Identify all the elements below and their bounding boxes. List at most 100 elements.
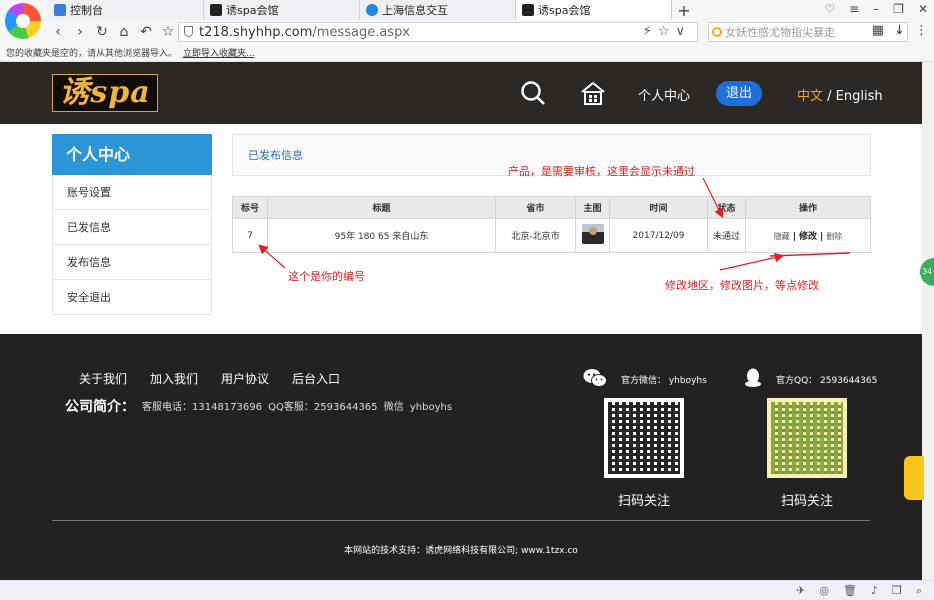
row-status: 未通过 — [707, 218, 746, 253]
col-id-header: 标号 — [232, 196, 268, 219]
underline-edit — [769, 252, 851, 257]
tab-console[interactable]: 控制台 — [48, 0, 204, 20]
col-image-header: 主图 — [575, 196, 610, 219]
home-icon[interactable]: ⌂ — [114, 22, 134, 42]
sidebar-item-logout[interactable]: 安全退出 — [52, 280, 212, 315]
copyright: 本网站的技术支持：诱虎网络科技有限公司; www.1tzx.co — [344, 546, 578, 556]
minimize-icon[interactable]: – — [873, 2, 879, 16]
contact-info: 客服电话：13148173696 QQ客服：2593644365 微信 yhbo… — [142, 402, 453, 413]
import-favorites-link[interactable]: 立即导入收藏夹... — [183, 49, 255, 59]
op-separator: | — [820, 232, 824, 242]
more-icon[interactable]: ⋮ — [915, 23, 928, 38]
official-wechat: 官方微信： yhboyhs — [621, 376, 707, 386]
speed-icon[interactable]: ◎ — [819, 584, 829, 598]
zoom-icon[interactable]: ⌕ — [916, 584, 922, 598]
table-row: 7 95年 180 65 来自山东 北京-北京市 2017/12/09 未通过 … — [232, 218, 871, 253]
refresh-icon[interactable]: ↻ — [92, 22, 112, 42]
address-bar[interactable]: t218.shyhhp.com/message.aspx ⚡☆∨ — [178, 22, 698, 42]
row-thumbnail[interactable] — [581, 224, 604, 244]
tab-label: 诱spa会馆 — [538, 4, 591, 17]
tab-label: 诱spa会馆 — [226, 4, 279, 17]
browser-logo-icon[interactable] — [5, 3, 41, 39]
footer-links: 关于我们 加入我们 用户协议 后台入口 — [79, 370, 340, 387]
address-actions-icon[interactable]: ⚡☆∨ — [643, 24, 691, 39]
company-intro-label: 公司简介： — [65, 399, 135, 415]
pin-icon[interactable]: ✈ — [796, 584, 805, 598]
undo-icon[interactable]: ↶ — [136, 22, 156, 42]
sidebar-item-sent[interactable]: 已发信息 — [52, 210, 212, 245]
tab-spa-active[interactable]: 诱spa会馆 — [516, 0, 672, 20]
tab-favicon-icon — [54, 4, 66, 16]
page-scrollbar[interactable] — [922, 62, 934, 580]
row-image-cell — [575, 218, 610, 253]
edit-link[interactable]: 修改 — [799, 232, 817, 242]
qr-label-wechat: 扫码关注 — [618, 494, 671, 509]
sidebar-title: 个人中心 — [52, 134, 212, 175]
browser-chrome: 控制台 诱spa会馆 上海信息交互 诱spa会馆 + ♡ ≡ – ❐ ✕ ‹ ›… — [0, 0, 934, 62]
qr-label-qq: 扫码关注 — [781, 494, 834, 509]
site-footer: 关于我们 加入我们 用户协议 后台入口 公司简介： 客服电话：131481736… — [0, 334, 922, 580]
forward-icon[interactable]: › — [70, 22, 90, 42]
star-icon[interactable]: ☆ — [158, 22, 178, 42]
tab-spa-1[interactable]: 诱spa会馆 — [204, 0, 360, 20]
favorites-bar: 您的收藏夹是空的，请从其他浏览器导入。 立即导入收藏夹... — [6, 46, 255, 59]
col-ops-header: 操作 — [745, 196, 871, 219]
back-icon[interactable]: ‹ — [48, 22, 68, 42]
footer-link-join[interactable]: 加入我们 — [150, 370, 198, 387]
trash-icon[interactable]: 🗑 — [843, 584, 857, 598]
lang-en-link[interactable]: English — [836, 89, 883, 104]
back-to-top-button[interactable] — [904, 456, 924, 500]
brand-logo[interactable]: 诱spa — [52, 74, 158, 112]
footer-link-agreement[interactable]: 用户协议 — [221, 370, 269, 387]
lang-zh-link[interactable]: 中文 — [797, 89, 823, 104]
apps-icon[interactable]: ▦ — [872, 23, 884, 38]
sidebar: 个人中心 账号设置 已发信息 发布信息 安全退出 — [52, 134, 212, 315]
tab-favicon-icon — [522, 4, 534, 16]
row-city: 北京-北京市 — [495, 218, 576, 253]
arrow-edit — [719, 252, 785, 271]
tab-strip: 控制台 诱spa会馆 上海信息交互 诱spa会馆 + — [48, 0, 696, 20]
row-title[interactable]: 95年 180 65 来自山东 — [267, 218, 496, 253]
window-controls: ♡ ≡ – ❐ ✕ — [824, 2, 928, 16]
tab-favicon-icon — [366, 4, 378, 16]
messages-table: 标号 标题 省市 主图 时间 状态 操作 7 95年 180 65 来自山东 北… — [232, 196, 871, 253]
tab-label: 上海信息交互 — [382, 4, 448, 17]
col-title-header: 标题 — [267, 196, 496, 219]
address-host: t218.shyhhp.com — [199, 24, 313, 40]
qq-icon — [745, 368, 761, 387]
shield-icon — [184, 26, 193, 37]
official-qq: 官方QQ： 2593644365 — [776, 376, 878, 386]
sidebar-item-account[interactable]: 账号设置 — [52, 175, 212, 210]
row-ops: 隐藏 | 修改 | 删除 — [745, 218, 871, 253]
footer-link-about[interactable]: 关于我们 — [79, 370, 127, 387]
row-time: 2017/12/09 — [609, 218, 708, 253]
statusbar-icons: ✈ ◎ 🗑 ♪ ❐ ⌕ — [796, 584, 922, 598]
menu-icon[interactable]: ≡ — [849, 2, 859, 16]
hide-link[interactable]: 隐藏 — [774, 232, 790, 241]
skin-icon[interactable]: ♡ — [824, 2, 835, 16]
home-icon[interactable] — [580, 80, 606, 106]
download-icon[interactable]: ↓ — [894, 23, 905, 38]
volume-icon[interactable]: ♪ — [871, 584, 878, 598]
personal-center-link[interactable]: 个人中心 — [638, 85, 690, 104]
footer-link-admin[interactable]: 后台入口 — [292, 370, 340, 387]
wechat-qr-code — [604, 398, 684, 478]
new-tab-button[interactable]: + — [672, 0, 696, 20]
search-icon[interactable] — [520, 80, 546, 106]
col-status-header: 状态 — [707, 196, 746, 219]
annotation-number: 这个是你的编号 — [288, 270, 365, 283]
window-icon[interactable]: ❐ — [892, 584, 902, 598]
toolbar-right: ▦ ↓ ⋮ — [872, 23, 928, 38]
tab-shanghai[interactable]: 上海信息交互 — [360, 0, 516, 20]
sidebar-item-publish[interactable]: 发布信息 — [52, 245, 212, 280]
logout-button[interactable]: 退出 — [716, 81, 762, 106]
tab-label: 控制台 — [70, 4, 103, 17]
annotation-edit: 修改地区，修改图片，等点修改 — [665, 279, 819, 292]
search-placeholder: 女妖性感尤物指尖暴走 — [725, 26, 835, 39]
site-header: 诱spa 个人中心 退出 中文 / English — [0, 62, 922, 124]
op-separator: | — [792, 232, 796, 242]
table-header-row: 标号 标题 省市 主图 时间 状态 操作 — [232, 196, 871, 219]
delete-link[interactable]: 删除 — [826, 232, 842, 241]
restore-icon[interactable]: ❐ — [893, 2, 904, 16]
close-icon[interactable]: ✕ — [918, 2, 928, 16]
